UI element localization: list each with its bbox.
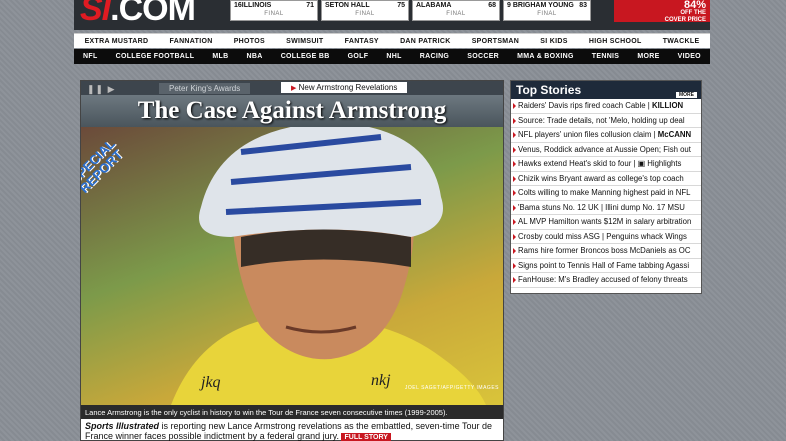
story-title-bar: The Case Against Armstrong: [81, 95, 503, 127]
logo-prefix: SI: [80, 0, 111, 28]
story-link[interactable]: Crosby could miss ASG | Penguins whack W…: [511, 230, 701, 244]
nav-racing[interactable]: RACING: [420, 53, 449, 60]
top-stories-panel: Top Stories MORE Raiders' Davis rips fir…: [510, 80, 702, 294]
team-score: 68: [488, 2, 496, 9]
nav-extra-mustard[interactable]: EXTRA MUSTARD: [85, 38, 149, 45]
nav-nfl[interactable]: NFL: [83, 53, 98, 60]
game-status: FINAL: [264, 11, 284, 17]
nav-twackle[interactable]: TWACKLE: [663, 38, 700, 45]
top-stories-header: Top Stories MORE: [511, 81, 701, 99]
story-link[interactable]: Rams hire former Broncos boss McDaniels …: [511, 244, 701, 259]
cyclist-illustration: jkq nkj: [171, 127, 486, 405]
svg-text:jkq: jkq: [199, 374, 221, 391]
promo-line2: COVER PRICE: [664, 17, 706, 23]
full-story-button[interactable]: FULL STORY: [341, 433, 391, 441]
photo-credit: JOEL SAGET/AFP/GETTY IMAGES: [404, 385, 499, 391]
game-status: FINAL: [537, 11, 557, 17]
story-tabs: ❚❚ ▶ Peter King's Awards ▶ New Armstrong…: [81, 81, 503, 95]
nav-tennis[interactable]: TENNIS: [592, 53, 619, 60]
nav-high-school[interactable]: HIGH SCHOOL: [589, 38, 642, 45]
nav-swimsuit[interactable]: SWIMSUIT: [286, 38, 323, 45]
story-link[interactable]: Source: Trade details, not 'Melo, holdin…: [511, 114, 701, 128]
story-link[interactable]: FanHouse: M's Bradley accused of felony …: [511, 273, 701, 288]
score-card[interactable]: 9 BRIGHAM YOUNG 83 FINAL: [503, 0, 591, 21]
story-teaser: Sports Illustrated is reporting new Lanc…: [85, 421, 499, 441]
logo-suffix: .COM: [110, 0, 196, 28]
nav-photos[interactable]: PHOTOS: [234, 38, 265, 45]
site-header: SI.COM 16ILLINOIS 71 FINAL SETON HALL 75 F…: [74, 0, 710, 30]
score-card[interactable]: SETON HALL 75 FINAL: [321, 0, 409, 21]
story-link[interactable]: Venus, Roddick advance at Aussie Open; F…: [511, 143, 701, 157]
nav-sportsman[interactable]: SPORTSMAN: [472, 38, 519, 45]
svg-text:nkj: nkj: [371, 372, 391, 389]
top-stories-title: Top Stories: [516, 83, 582, 97]
story-link[interactable]: Raiders' Davis rips fired coach Cable | …: [511, 99, 701, 114]
nav-si-kids[interactable]: SI KIDS: [540, 38, 567, 45]
nav-mma-boxing[interactable]: MMA & BOXING: [517, 53, 574, 60]
pause-play-icon[interactable]: ❚❚ ▶: [87, 84, 116, 95]
nav-mlb[interactable]: MLB: [212, 53, 228, 60]
nav-college-football[interactable]: COLLEGE FOOTBALL: [116, 53, 195, 60]
team-score: 75: [397, 2, 405, 9]
story-link[interactable]: Chizik wins Bryant award as college's to…: [511, 172, 701, 186]
top-stories-list: Raiders' Davis rips fired coach Cable | …: [511, 99, 701, 288]
nav-dan-patrick[interactable]: DAN PATRICK: [400, 38, 450, 45]
team-name: SETON HALL: [325, 2, 370, 9]
arrow-right-icon: ▶: [291, 85, 297, 92]
promo-percent: 84%: [683, 0, 706, 11]
story-link[interactable]: Colts willing to make Manning highest pa…: [511, 186, 701, 201]
story-photo[interactable]: jkq nkj SPECIAL REPORT JOEL SAGET/AFP/GET…: [81, 127, 503, 405]
video-icon: ▣: [637, 159, 646, 168]
story-link[interactable]: Signs point to Tennis Hall of Fame tabbi…: [511, 259, 701, 273]
nav-golf[interactable]: GOLF: [348, 53, 369, 60]
teaser-lead: Sports Illustrated: [85, 421, 160, 431]
nav-fantasy[interactable]: FANTASY: [345, 38, 379, 45]
game-status: FINAL: [355, 11, 375, 17]
sports-nav: NFL COLLEGE FOOTBALL MLB NBA COLLEGE BB …: [74, 49, 710, 64]
nav-more[interactable]: MORE: [637, 53, 659, 60]
tab-peter-king[interactable]: Peter King's Awards: [159, 83, 251, 94]
story-title[interactable]: The Case Against Armstrong: [81, 97, 503, 125]
nav-fannation[interactable]: FANNATION: [170, 38, 213, 45]
team-name: 16ILLINOIS: [234, 2, 272, 9]
nav-nhl[interactable]: NHL: [386, 53, 401, 60]
tab-armstrong[interactable]: ▶ New Armstrong Revelations: [281, 82, 408, 93]
nav-video[interactable]: VIDEO: [678, 53, 701, 60]
primary-nav: EXTRA MUSTARD FANNATION PHOTOS SWIMSUIT …: [74, 33, 710, 48]
scoreboard: 16ILLINOIS 71 FINAL SETON HALL 75 FINAL AL…: [230, 0, 591, 22]
team-score: 71: [306, 2, 314, 9]
score-card[interactable]: 16ILLINOIS 71 FINAL: [230, 0, 318, 21]
nav-nba[interactable]: NBA: [247, 53, 263, 60]
team-name: ALABAMA: [416, 2, 452, 9]
promo-line1: OFF THE: [680, 10, 706, 16]
page: SI.COM 16ILLINOIS 71 FINAL SETON HALL 75 F…: [74, 0, 710, 441]
story-link[interactable]: 'Bama stuns No. 12 UK | Illini dump No. …: [511, 201, 701, 215]
more-link[interactable]: MORE: [676, 92, 697, 98]
team-score: 83: [579, 2, 587, 9]
tab-armstrong-label: New Armstrong Revelations: [298, 83, 398, 92]
nav-college-bb[interactable]: COLLEGE BB: [281, 53, 330, 60]
subscription-promo[interactable]: 84% OFF THE COVER PRICE: [614, 0, 710, 23]
story-link[interactable]: AL MVP Hamilton wants $12M in salary arb…: [511, 215, 701, 230]
score-card[interactable]: ALABAMA 68 FINAL: [412, 0, 500, 21]
main-story: ❚❚ ▶ Peter King's Awards ▶ New Armstrong…: [80, 80, 504, 441]
story-link[interactable]: NFL players' union files collusion claim…: [511, 128, 701, 143]
team-name: 9 BRIGHAM YOUNG: [507, 2, 574, 9]
game-status: FINAL: [446, 11, 466, 17]
site-logo[interactable]: SI.COM: [80, 0, 196, 28]
photo-caption: Lance Armstrong is the only cyclist in h…: [81, 405, 503, 419]
nav-soccer[interactable]: SOCCER: [467, 53, 499, 60]
story-link[interactable]: Hawks extend Heat's skid to four | ▣ Hig…: [511, 157, 701, 172]
